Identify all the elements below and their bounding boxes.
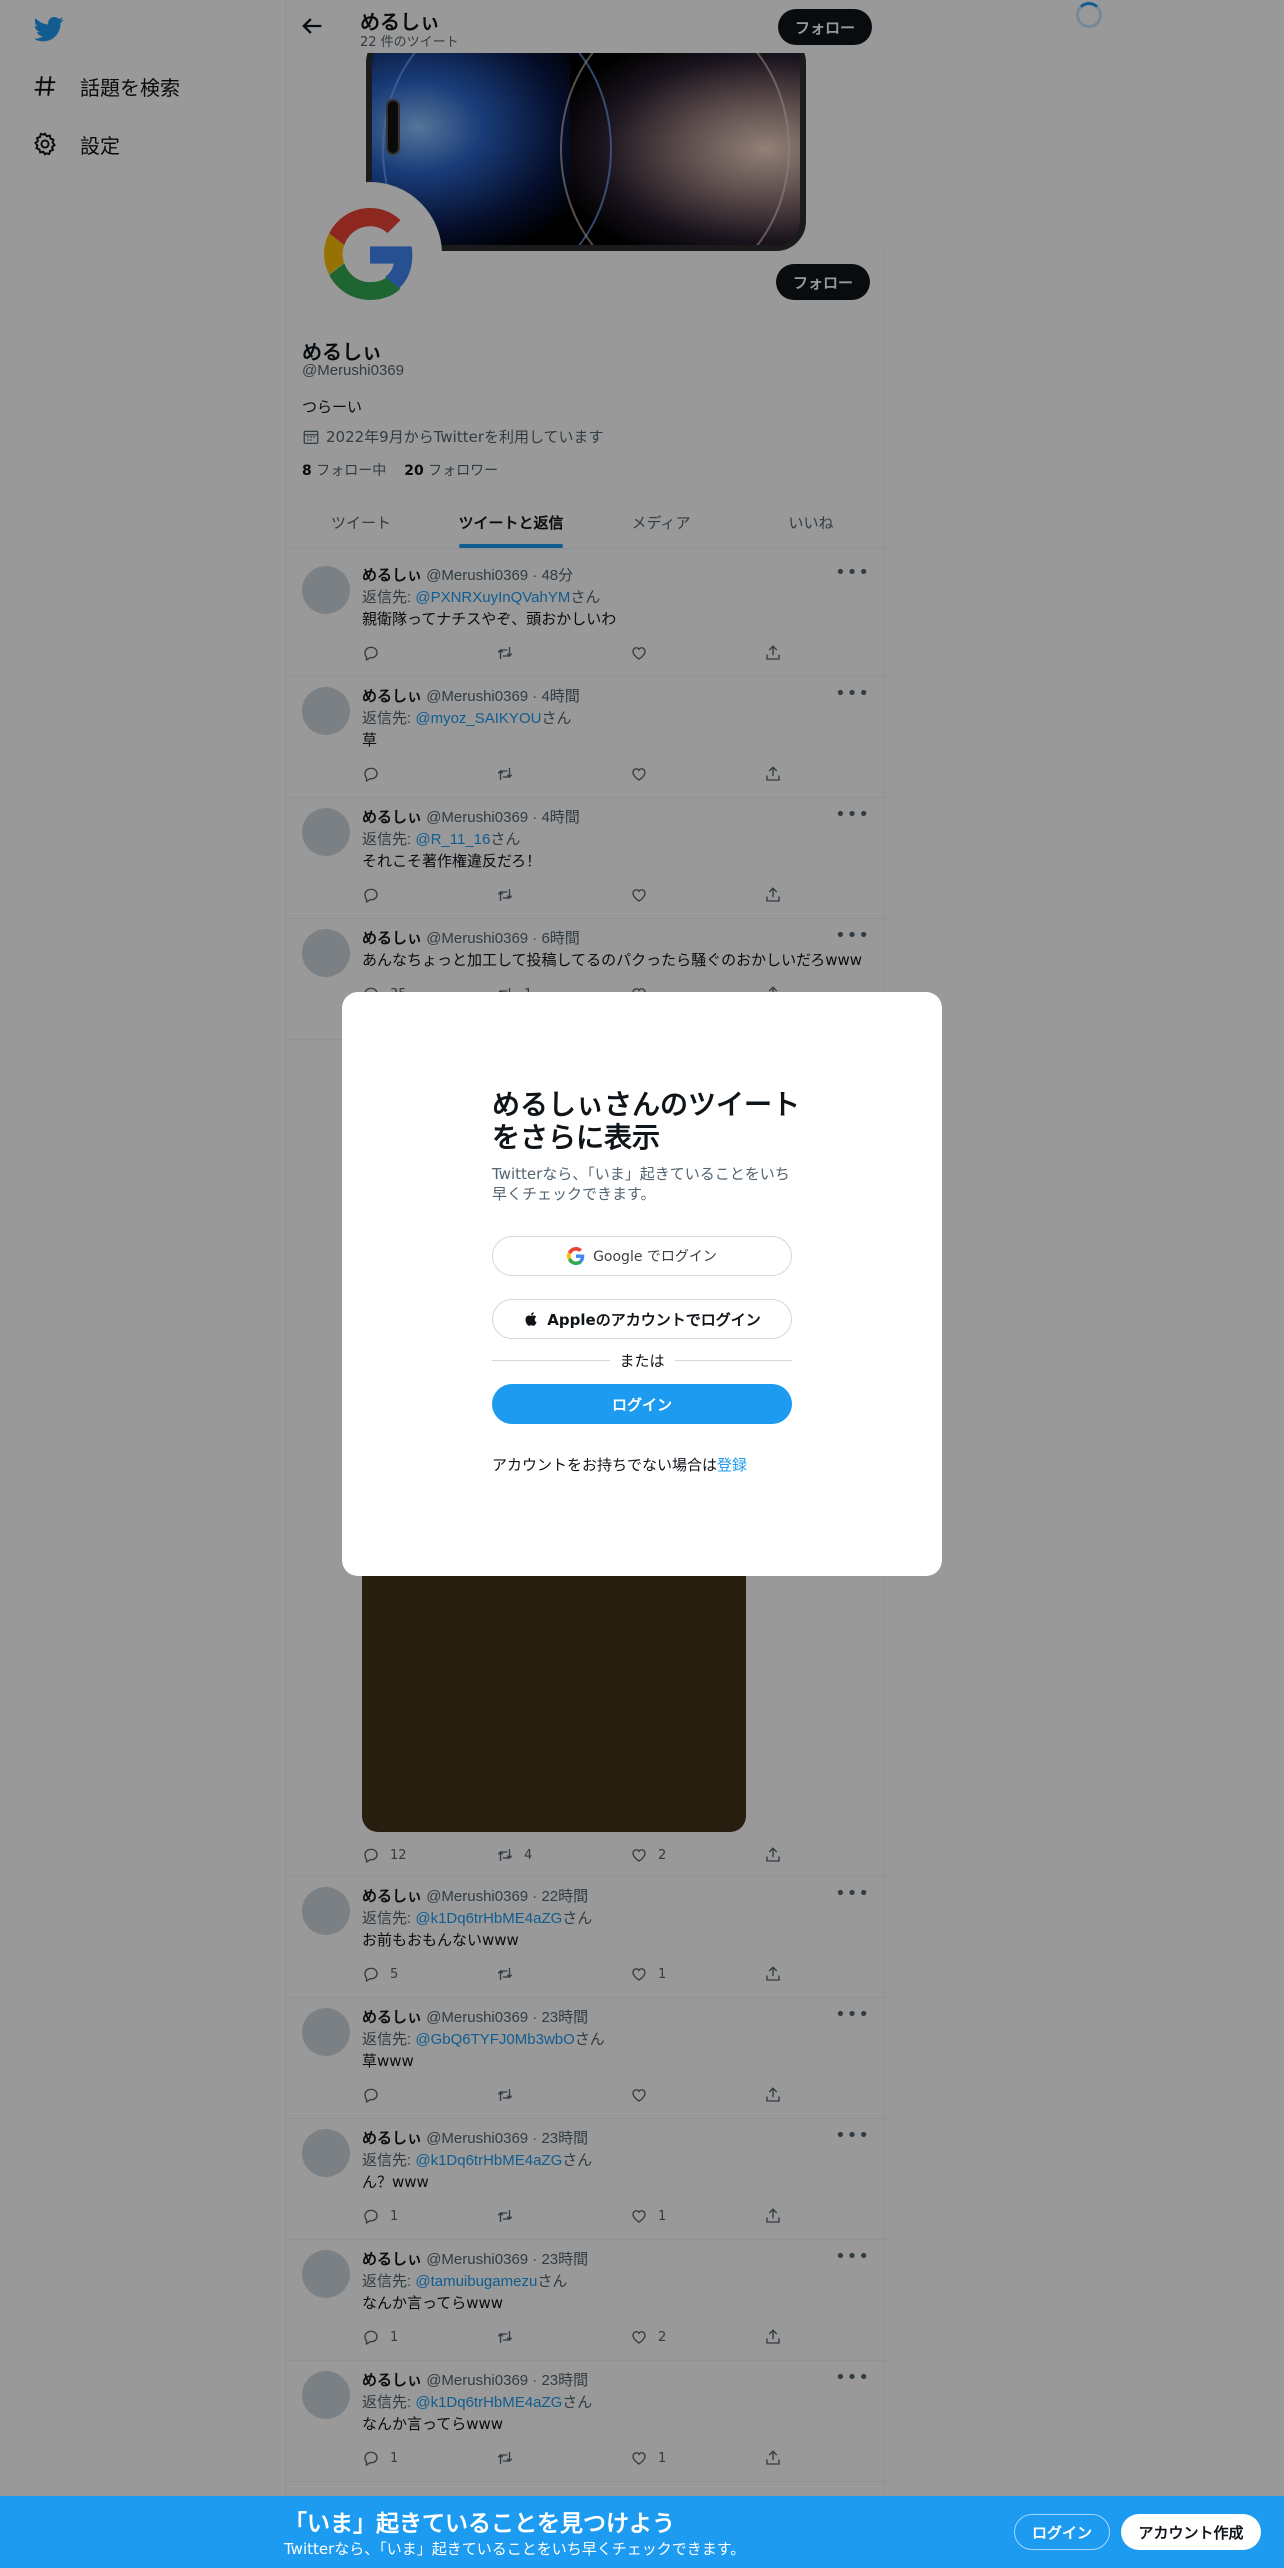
bottom-bar-title: 「いま」起きていることを見つけよう bbox=[284, 2511, 675, 2537]
google-login-button[interactable]: Google でログイン bbox=[492, 1236, 792, 1276]
signup-link[interactable]: 登録 bbox=[717, 1456, 747, 1474]
bottom-bar-subtitle: Twitterなら、「いま」起きていることをいち早くチェックできます。 bbox=[284, 2540, 746, 2558]
modal-title: めるしぃさんのツイートをさらに表示 bbox=[492, 1088, 801, 1154]
bottom-signup-button[interactable]: アカウント作成 bbox=[1121, 2514, 1261, 2550]
login-modal: めるしぃさんのツイートをさらに表示 Twitterなら、「いま」起きていることを… bbox=[342, 992, 942, 1576]
apple-login-label: Appleのアカウントでログイン bbox=[547, 1310, 761, 1329]
google-g-icon bbox=[567, 1247, 585, 1265]
modal-subtitle: Twitterなら、「いま」起きていることをいち早くチェックできます。 bbox=[492, 1165, 790, 1203]
or-divider: または bbox=[492, 1350, 793, 1371]
bottom-signup-bar: 「いま」起きていることを見つけよう Twitterなら、「いま」起きていることを… bbox=[0, 2496, 1284, 2568]
bottom-login-button[interactable]: ログイン bbox=[1014, 2514, 1110, 2550]
modal-footer: アカウントをお持ちでない場合は登録 bbox=[492, 1454, 747, 1475]
modal-login-button[interactable]: ログイン bbox=[492, 1384, 792, 1424]
modal-footer-text: アカウントをお持ちでない場合は bbox=[492, 1456, 718, 1474]
or-label: または bbox=[619, 1352, 665, 1370]
apple-login-button[interactable]: Appleのアカウントでログイン bbox=[492, 1299, 792, 1339]
apple-logo-icon bbox=[525, 1312, 537, 1326]
google-login-label: Google でログイン bbox=[593, 1249, 717, 1265]
